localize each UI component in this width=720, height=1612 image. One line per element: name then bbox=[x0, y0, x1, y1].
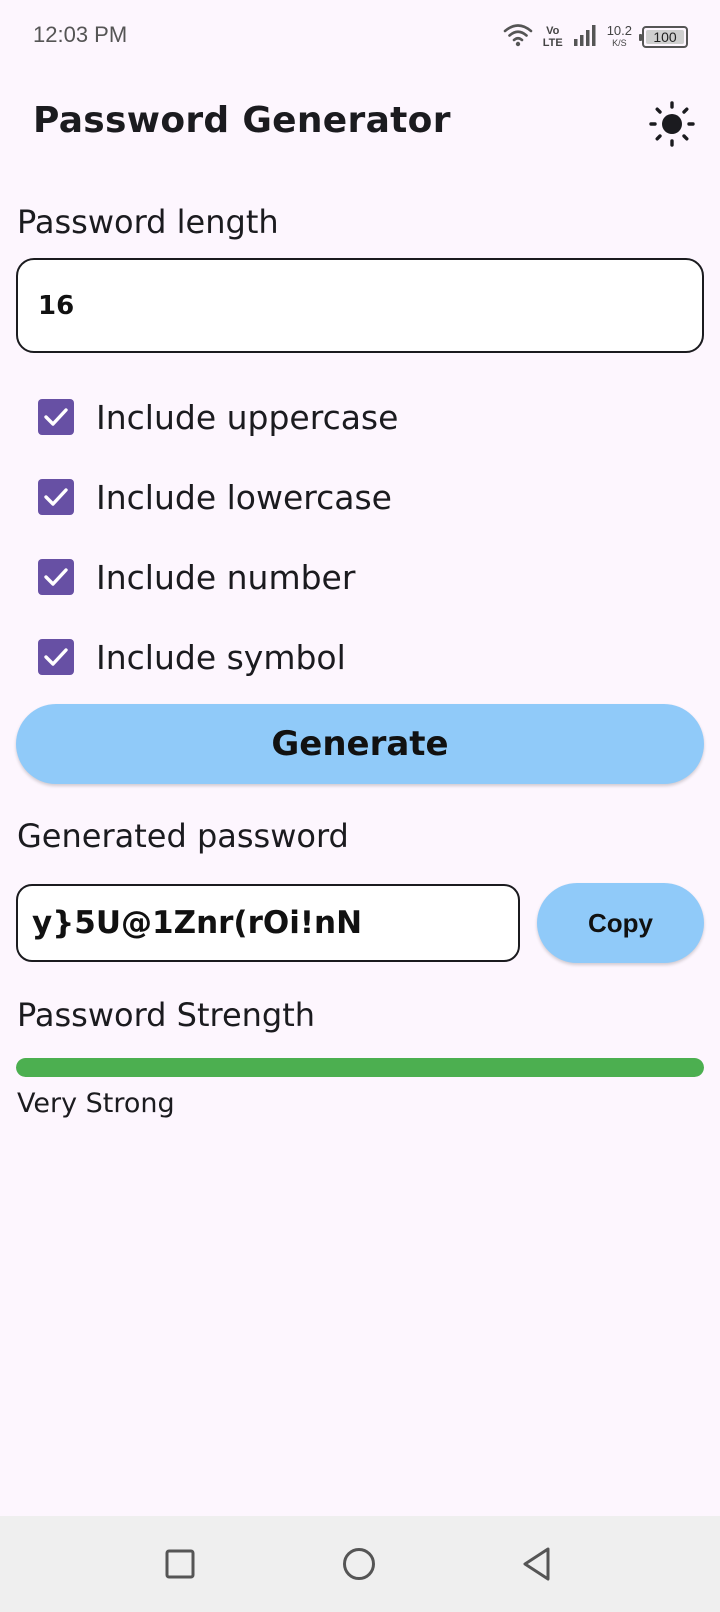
status-icons: Vo LTE 10.2 K/S 100 bbox=[503, 20, 688, 54]
password-length-input[interactable]: 16 bbox=[16, 258, 704, 353]
volte-indicator: Vo LTE bbox=[543, 25, 563, 49]
generate-button[interactable]: Generate bbox=[16, 704, 704, 784]
check-icon bbox=[44, 408, 68, 426]
status-time: 12:03 PM bbox=[33, 22, 128, 47]
signal-icon bbox=[573, 23, 597, 51]
speed-unit: K/S bbox=[612, 38, 627, 48]
strength-bar-fill bbox=[16, 1058, 704, 1077]
back-button[interactable] bbox=[517, 1546, 557, 1586]
system-nav-bar bbox=[0, 1516, 720, 1612]
home-icon bbox=[341, 1546, 377, 1586]
strength-bar bbox=[16, 1058, 704, 1077]
number-checkbox[interactable] bbox=[38, 559, 74, 595]
battery-icon: 100 bbox=[639, 26, 688, 48]
status-bar: 12:03 PM Vo LTE 10.2 K/S 100 bbox=[0, 0, 720, 72]
sun-icon bbox=[649, 101, 695, 151]
check-icon bbox=[44, 648, 68, 666]
lowercase-label: Include lowercase bbox=[96, 477, 392, 517]
wifi-icon bbox=[503, 23, 533, 51]
option-symbol[interactable]: Include symbol bbox=[38, 637, 346, 677]
symbol-checkbox[interactable] bbox=[38, 639, 74, 675]
uppercase-checkbox[interactable] bbox=[38, 399, 74, 435]
copy-button[interactable]: Copy bbox=[537, 883, 704, 963]
back-icon bbox=[520, 1546, 554, 1586]
password-length-label: Password length bbox=[17, 203, 279, 241]
symbol-label: Include symbol bbox=[96, 637, 346, 677]
battery-text: 100 bbox=[653, 29, 677, 45]
lowercase-checkbox[interactable] bbox=[38, 479, 74, 515]
page-title: Password Generator bbox=[33, 100, 451, 141]
password-strength-label: Password Strength bbox=[17, 996, 316, 1034]
number-label: Include number bbox=[96, 557, 356, 597]
option-uppercase[interactable]: Include uppercase bbox=[38, 397, 398, 437]
theme-toggle-button[interactable] bbox=[646, 100, 698, 152]
home-button[interactable] bbox=[339, 1546, 379, 1586]
volte-bottom: LTE bbox=[542, 37, 563, 49]
volte-top: Vo bbox=[546, 25, 560, 37]
speed-value: 10.2 bbox=[606, 23, 632, 38]
check-icon bbox=[44, 568, 68, 586]
screen: 12:03 PM Vo LTE 10.2 K/S 100 Password Ge… bbox=[0, 0, 720, 1612]
generated-password-label: Generated password bbox=[17, 817, 349, 855]
strength-text: Very Strong bbox=[17, 1088, 175, 1119]
network-speed: 10.2 K/S bbox=[606, 23, 632, 49]
recent-apps-icon bbox=[164, 1548, 196, 1584]
uppercase-label: Include uppercase bbox=[96, 397, 399, 437]
option-lowercase[interactable]: Include lowercase bbox=[38, 477, 392, 517]
generated-password-field[interactable]: y}5U@1Znr(rOi!nN bbox=[16, 884, 520, 962]
check-icon bbox=[44, 488, 68, 506]
recent-apps-button[interactable] bbox=[160, 1546, 200, 1586]
option-number[interactable]: Include number bbox=[38, 557, 355, 597]
